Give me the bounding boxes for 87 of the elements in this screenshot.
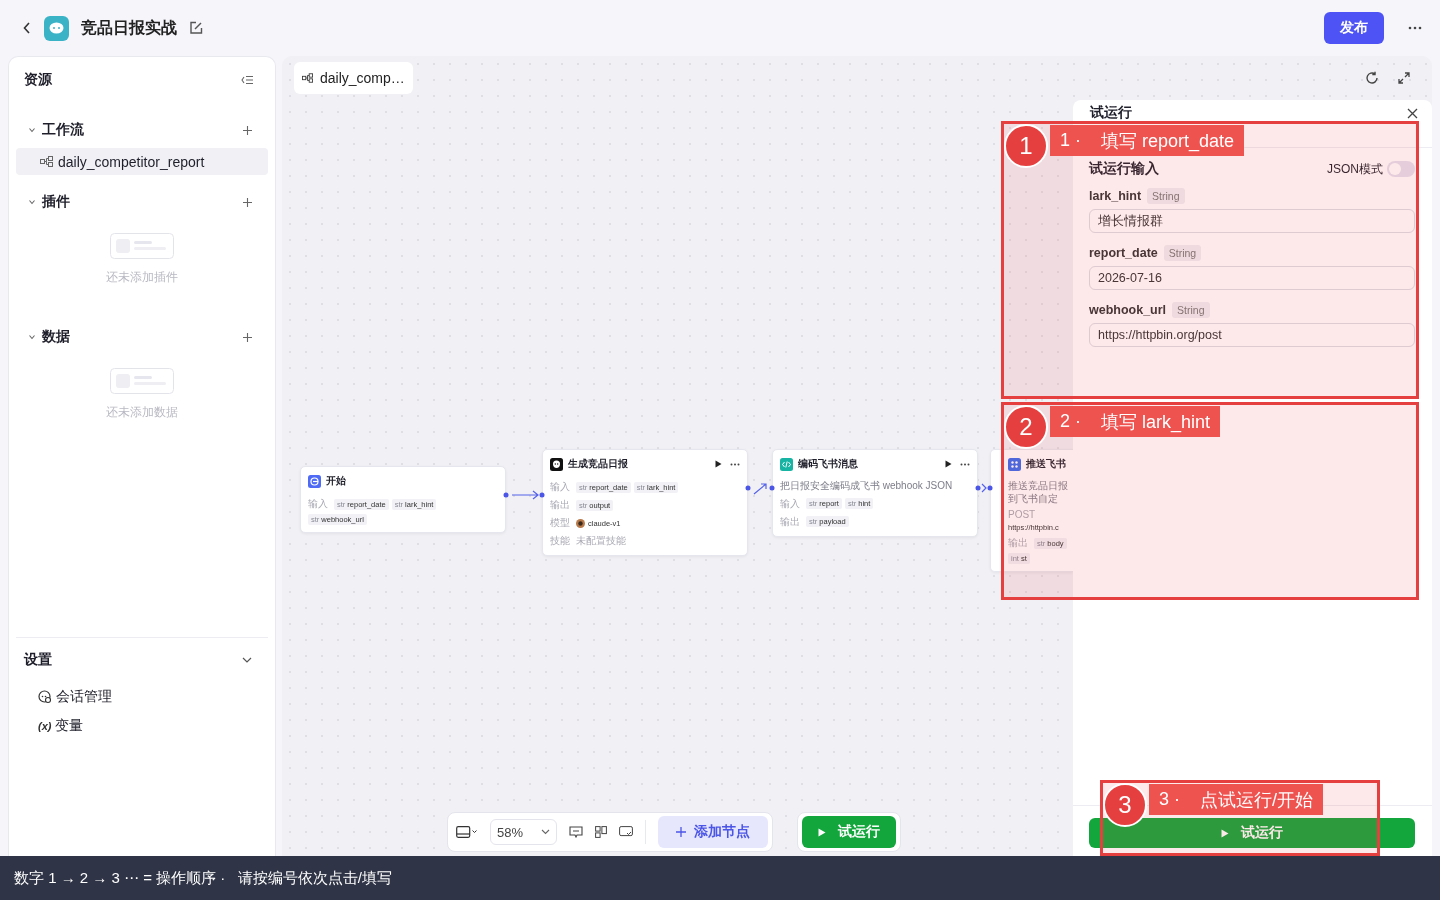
variable-icon: (x) [38,719,52,732]
chevron-icon[interactable] [242,657,252,663]
play-icon [818,827,826,837]
connector-arrow [753,483,767,495]
type-tag: String [1172,302,1210,318]
row-label: 输出 [550,498,570,512]
connector-arrow [511,490,539,500]
minimap-icon[interactable] [456,826,478,838]
settings-item[interactable]: 变量 [55,716,84,735]
field-label: report_date [1089,246,1158,260]
empty-text: 还未添加插件 [106,269,178,286]
workflow-item[interactable]: daily_competitor_report [16,148,268,175]
collapse-icon[interactable] [241,75,254,85]
field-label: lark_hint [1089,189,1142,203]
sidebar-title: 资源 [24,71,52,89]
comment-icon[interactable] [569,826,584,838]
toggle-label: JSON模式 [1327,160,1383,178]
step-label: 2 · 填写 lark_hint [1050,406,1221,437]
expand-icon[interactable] [1398,72,1410,84]
add-icon[interactable] [243,332,252,342]
row-label: 输出 [1008,536,1028,550]
play-icon[interactable] [945,460,952,468]
field-label: webhook_url [1089,303,1167,317]
node-title: 推送飞书 [1026,457,1067,471]
node-title: 编码飞书消息 [798,457,859,471]
add-icon[interactable] [243,125,252,135]
type-tag: String [1163,245,1202,261]
panel-title: 试运行 [1090,104,1132,122]
plus-icon [676,827,687,837]
more-icon[interactable] [960,462,970,466]
edit-icon[interactable] [189,21,203,35]
more-icon[interactable] [730,462,740,466]
node-title: 开始 [326,474,347,488]
input-field[interactable]: https://httpbin.org/post [1089,323,1415,347]
row-label: POST [1008,509,1036,520]
screen-check-icon[interactable] [619,826,634,838]
chat-gear-icon [38,689,52,704]
more-icon[interactable] [1408,26,1422,30]
add-node-button[interactable]: 添加节点 [658,816,769,848]
bot-icon [550,457,563,471]
play-icon[interactable] [715,460,722,468]
refresh-icon[interactable] [1365,71,1379,85]
empty-text: 还未添加数据 [106,404,178,421]
settings-title[interactable]: 设置 [24,651,52,669]
caret-icon[interactable] [28,333,36,341]
caret-icon[interactable] [28,198,36,206]
start-icon [308,474,321,488]
empty-list-icon [110,233,174,259]
row-label: 输入 [308,497,328,511]
input-field[interactable]: 增长情报群 [1089,209,1415,233]
row-label: 输入 [550,480,570,494]
input-field[interactable]: 2026-07-16 [1089,266,1415,290]
close-icon[interactable] [1407,108,1418,119]
json-mode-toggle[interactable] [1387,161,1415,177]
section-title: 试运行输入 [1089,160,1159,178]
add-icon[interactable] [243,197,252,207]
hint-text: 数字 1 → 2 → 3 ⋯ = 操作顺序 · 请按编号依次点击/填写 [14,868,392,888]
node-description: 推送竞品日报到飞书自定 [1008,480,1069,505]
workflow-icon [302,73,313,83]
code-icon [780,457,793,471]
row-label: 输出 [780,514,800,529]
node-description: 把日报安全编码成飞书 webhook JSON [780,480,954,493]
row-label: 输入 [780,496,800,511]
workflow-icon [40,156,53,167]
model-avatar-icon [576,518,585,528]
row-label: 技能 [550,534,570,548]
caret-icon[interactable] [28,126,36,134]
step-label: 1 · 填写 report_date [1050,125,1245,156]
play-icon [1221,828,1229,838]
app-title: 竞品日报实战 [81,17,177,38]
layout-grid-icon[interactable] [595,826,608,838]
caret-icon [541,829,551,835]
type-tag: String [1147,188,1185,204]
empty-list-icon [110,368,174,394]
workflow-tab[interactable]: daily_comp… [294,62,413,94]
settings-item[interactable]: 会话管理 [56,687,112,706]
section-title[interactable]: 数据 [42,328,237,346]
step-label: 3 · 点试运行/开始 [1149,784,1324,815]
section-title[interactable]: 插件 [42,193,237,211]
back-icon[interactable] [22,21,32,35]
app-chat-bubble-icon [44,15,69,41]
row-label: 模型 [550,516,570,530]
row-value: 未配置技能 [576,534,626,548]
node-title: 生成竞品日报 [568,457,629,471]
section-title[interactable]: 工作流 [42,121,237,139]
zoom-select[interactable]: 58% [490,819,558,845]
publish-button[interactable]: 发布 [1324,12,1384,44]
